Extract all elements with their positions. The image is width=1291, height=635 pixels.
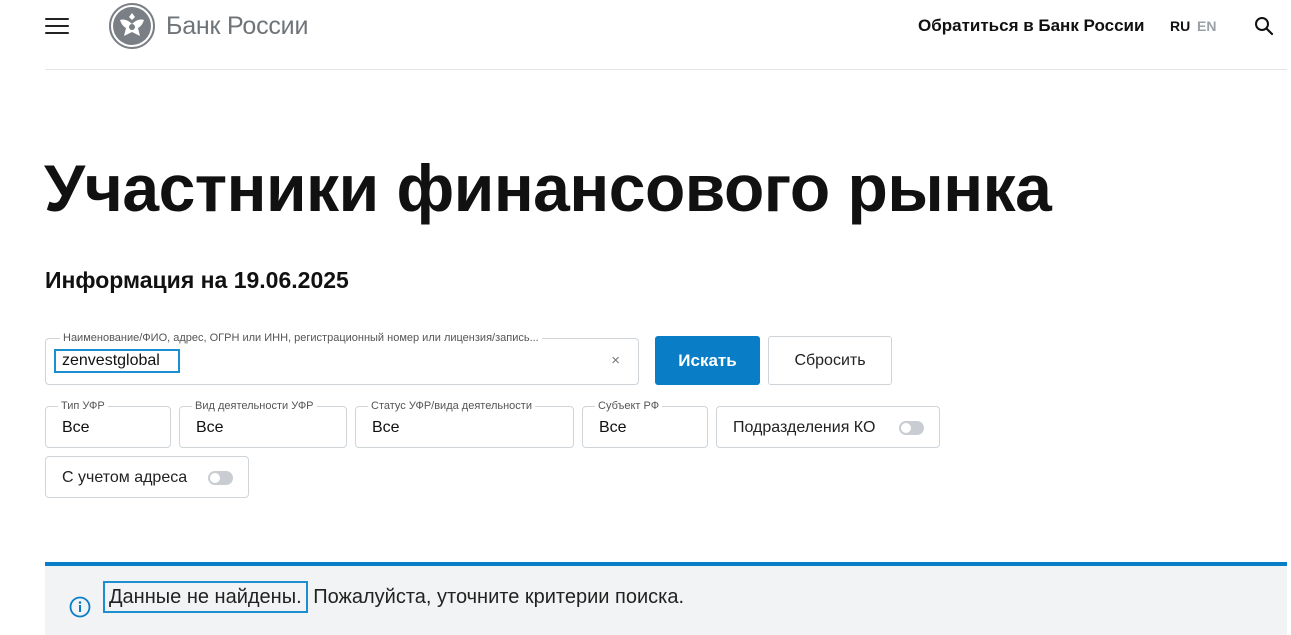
info-icon [69, 596, 91, 618]
logo-text[interactable]: Банк России [166, 12, 308, 41]
search-input[interactable] [62, 352, 172, 370]
lang-ru-link[interactable]: RU [1170, 18, 1190, 34]
ko-branches-toggle-box[interactable]: Подразделения КО [716, 406, 940, 448]
filter-value: Все [62, 419, 90, 436]
filter-legend: Субъект РФ [595, 400, 663, 412]
notice-rest: Пожалуйста, уточните критерии поиска. [307, 586, 684, 608]
filter-value: Все [372, 419, 400, 436]
contact-bank-link[interactable]: Обратиться в Банк России [918, 16, 1144, 36]
hamburger-menu-icon[interactable] [45, 18, 69, 36]
bank-emblem-icon[interactable] [108, 2, 156, 50]
with-address-label: С учетом адреса [62, 469, 188, 486]
with-address-toggle-box[interactable]: С учетом адреса [45, 456, 249, 498]
filter-region[interactable]: Субъект РФ Все [582, 400, 708, 448]
page-title: Участники финансового рынка [44, 151, 1052, 225]
filter-value: Все [599, 419, 627, 436]
clear-search-icon[interactable]: × [611, 352, 620, 369]
filter-activity-type[interactable]: Вид деятельности УФР Все [179, 400, 347, 448]
ko-branches-switch[interactable] [899, 421, 924, 435]
search-button[interactable]: Искать [655, 336, 760, 385]
ko-branches-label: Подразделения КО [733, 419, 876, 436]
filter-legend: Тип УФР [58, 400, 108, 412]
with-address-switch[interactable] [208, 471, 233, 485]
filter-status[interactable]: Статус УФР/вида деятельности Все [355, 400, 574, 448]
filter-ufr-type[interactable]: Тип УФР Все [45, 400, 171, 448]
search-input-wrapper [54, 349, 180, 373]
lang-en-link[interactable]: EN [1197, 18, 1216, 34]
no-results-notice: Данные не найдены. Пожалуйста, уточните … [45, 562, 1287, 635]
search-field-legend: Наименование/ФИО, адрес, ОГРН или ИНН, р… [60, 332, 542, 344]
search-field: Наименование/ФИО, адрес, ОГРН или ИНН, р… [45, 332, 639, 385]
reset-button[interactable]: Сбросить [768, 336, 892, 385]
search-icon[interactable] [1254, 16, 1274, 36]
filter-value: Все [196, 419, 224, 436]
filter-legend: Статус УФР/вида деятельности [368, 400, 535, 412]
info-date-heading: Информация на 19.06.2025 [45, 267, 349, 293]
notice-text: Данные не найдены. Пожалуйста, уточните … [103, 581, 684, 613]
notice-highlight: Данные не найдены. [103, 581, 308, 613]
filter-legend: Вид деятельности УФР [192, 400, 317, 412]
header-divider [45, 69, 1287, 70]
